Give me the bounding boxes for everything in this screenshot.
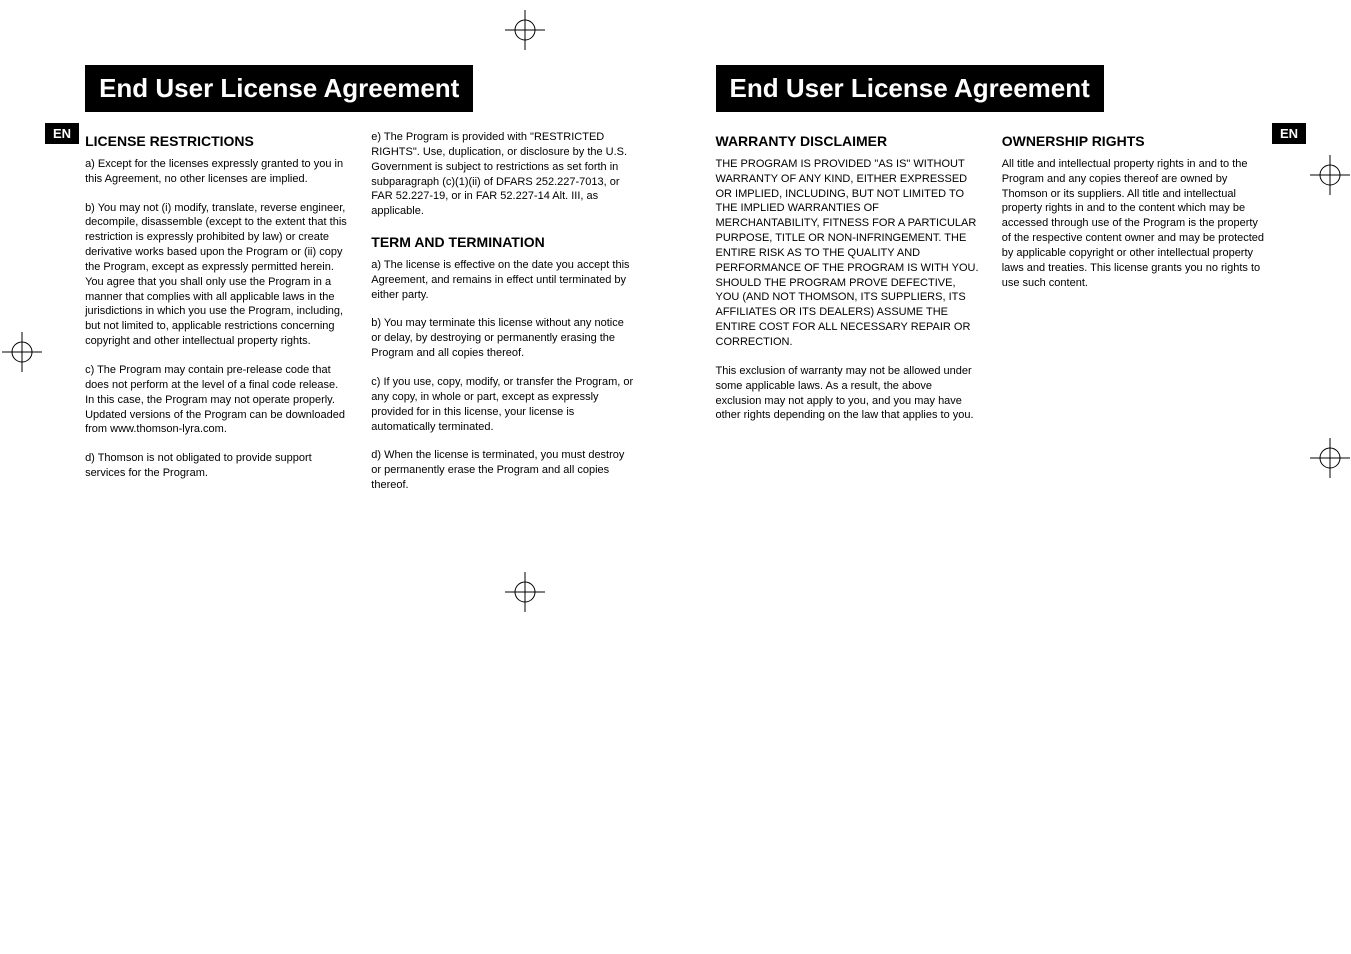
en-tag-left: EN: [45, 123, 79, 144]
heading-license-restrictions: LICENSE RESTRICTIONS: [85, 132, 349, 151]
right-columns: WARRANTY DISCLAIMER THE PROGRAM IS PROVI…: [716, 130, 1266, 437]
right-col-1: WARRANTY DISCLAIMER THE PROGRAM IS PROVI…: [716, 130, 980, 437]
heading-term-termination: TERM AND TERMINATION: [371, 233, 635, 252]
crop-mark-left-icon: [2, 332, 42, 372]
para-lr-b: b) You may not (i) modify, translate, re…: [85, 201, 349, 349]
crop-mark-right1-icon: [1310, 155, 1350, 195]
para-lr-d: d) Thomson is not obligated to provide s…: [85, 451, 349, 481]
left-col-1: LICENSE RESTRICTIONS a) Except for the l…: [85, 130, 349, 507]
crop-mark-mid-icon: [505, 572, 545, 612]
para-lr-e: e) The Program is provided with "RESTRIC…: [371, 130, 635, 219]
para-wd-1: THE PROGRAM IS PROVIDED "AS IS" WITHOUT …: [716, 157, 980, 350]
en-tag-right: EN: [1272, 123, 1306, 144]
page-title-left: End User License Agreement: [85, 65, 473, 112]
right-page: End User License Agreement WARRANTY DISC…: [676, 65, 1351, 507]
para-or-1: All title and intellectual property righ…: [1002, 157, 1266, 291]
right-col-2: OWNERSHIP RIGHTS All title and intellect…: [1002, 130, 1266, 437]
para-lr-a: a) Except for the licenses expressly gra…: [85, 157, 349, 187]
para-lr-c: c) The Program may contain pre-release c…: [85, 363, 349, 437]
left-page: EN End User License Agreement LICENSE RE…: [0, 65, 676, 507]
crop-mark-top-icon: [505, 10, 545, 50]
para-tt-c: c) If you use, copy, modify, or transfer…: [371, 375, 635, 434]
heading-warranty-disclaimer: WARRANTY DISCLAIMER: [716, 132, 980, 151]
left-columns: LICENSE RESTRICTIONS a) Except for the l…: [85, 130, 635, 507]
para-tt-d: d) When the license is terminated, you m…: [371, 448, 635, 493]
para-wd-2: This exclusion of warranty may not be al…: [716, 364, 980, 423]
para-tt-a: a) The license is effective on the date …: [371, 258, 635, 303]
left-col-2: e) The Program is provided with "RESTRIC…: [371, 130, 635, 507]
para-tt-b: b) You may terminate this license withou…: [371, 316, 635, 361]
crop-mark-right2-icon: [1310, 438, 1350, 478]
page-spread: EN End User License Agreement LICENSE RE…: [0, 0, 1351, 507]
heading-ownership-rights: OWNERSHIP RIGHTS: [1002, 132, 1266, 151]
page-title-right: End User License Agreement: [716, 65, 1104, 112]
